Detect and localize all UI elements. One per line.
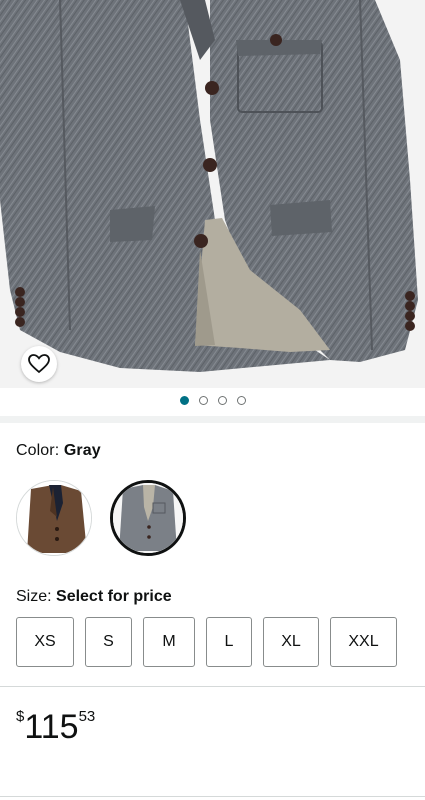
carousel-dot-1[interactable] (179, 396, 189, 405)
selected-color: Gray (63, 442, 101, 459)
price-whole: 115 (24, 708, 79, 746)
color-label: Color: Gray (16, 442, 101, 459)
heart-icon (28, 354, 50, 374)
wishlist-button[interactable] (21, 346, 57, 382)
size-label: Size: Select for price (16, 588, 172, 605)
carousel-indicators (0, 396, 425, 408)
price-fraction: 53 (78, 708, 96, 725)
price: $11553 (16, 704, 95, 750)
size-option-xs[interactable]: XS (16, 617, 74, 667)
divider (0, 686, 425, 687)
divider-bottom (0, 796, 425, 797)
carousel-dot-3[interactable] (217, 396, 227, 405)
product-image[interactable] (0, 0, 425, 388)
section-divider (0, 416, 425, 423)
color-swatch-brown[interactable] (16, 480, 92, 556)
size-prompt: Select for price (56, 588, 172, 605)
size-option-l[interactable]: L (206, 617, 252, 667)
brown-jacket-thumbnail (17, 481, 91, 555)
carousel-dot-2[interactable] (198, 396, 208, 405)
gray-jacket-thumbnail (113, 483, 183, 553)
size-option-xl[interactable]: XL (263, 617, 319, 667)
price-currency: $ (16, 708, 25, 725)
size-option-xxl[interactable]: XXL (330, 617, 397, 667)
color-swatch-gray[interactable] (110, 480, 186, 556)
size-option-m[interactable]: M (143, 617, 195, 667)
size-option-s[interactable]: S (85, 617, 132, 667)
carousel-dot-4[interactable] (236, 396, 246, 405)
